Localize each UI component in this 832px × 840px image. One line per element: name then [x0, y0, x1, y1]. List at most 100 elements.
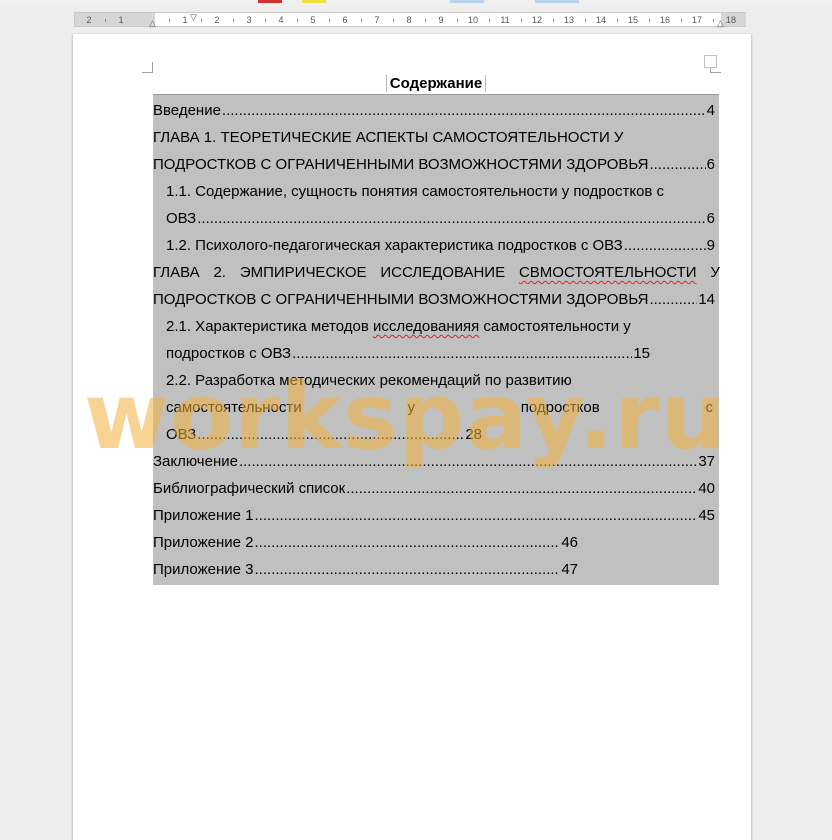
toolbar-active-button-2[interactable]	[535, 0, 579, 3]
ruler-tick	[489, 19, 490, 22]
toc-word: с	[705, 399, 713, 416]
ruler-tick	[329, 19, 330, 22]
ruler-label: 10	[467, 15, 479, 25]
toc-page-number: 45	[698, 507, 715, 524]
ruler-tick	[425, 19, 426, 22]
ruler-label: 18	[725, 15, 737, 25]
toc-word: У	[710, 264, 720, 281]
ruler-tick	[233, 19, 234, 22]
toc-leader	[197, 421, 464, 448]
toc-entry-text: 1.1. Содержание, сущность понятия самост…	[166, 183, 665, 200]
toc-entry[interactable]: ОВЗ 6	[166, 205, 715, 232]
right-indent-marker[interactable]: △	[717, 18, 724, 28]
toc-leader	[624, 232, 706, 259]
toc-entry[interactable]: ГЛАВА 1. ТЕОРЕТИЧЕСКИЕ АСПЕКТЫ САМОСТОЯТ…	[153, 124, 719, 151]
ruler-tick	[521, 19, 522, 22]
ruler-tick	[105, 19, 106, 22]
toc-entry-text: ОВЗ	[166, 426, 197, 443]
toc-entry[interactable]: 1.1. Содержание, сущность понятия самост…	[166, 178, 719, 205]
toc-leader	[255, 502, 698, 529]
ruler-label: 1	[182, 15, 188, 25]
toc-page-number: 28	[465, 426, 482, 443]
ruler-tick	[585, 19, 586, 22]
toc-entry-text: подростков с ОВЗ	[166, 345, 292, 362]
ruler-tick	[393, 19, 394, 22]
ruler-label: 13	[563, 15, 575, 25]
toc-entry[interactable]: 2.2. Разработка методических рекомендаци…	[166, 367, 719, 394]
ruler-label: 11	[500, 15, 510, 25]
toc-page-number: 40	[698, 480, 715, 497]
toc-entry[interactable]: подростков с ОВЗ 15	[166, 340, 650, 367]
highlight-color-swatch[interactable]	[302, 0, 326, 3]
toc-leader	[649, 151, 705, 178]
toc-page-number: 14	[698, 291, 715, 308]
table-of-contents[interactable]: Введение 4 ГЛАВА 1. ТЕОРЕТИЧЕСКИЕ АСПЕКТ…	[153, 94, 720, 585]
toc-entry[interactable]: ПОДРОСТКОВ С ОГРАНИЧЕННЫМИ ВОЗМОЖНОСТЯМИ…	[153, 286, 715, 313]
toc-entry[interactable]: Приложение 3 47	[153, 556, 578, 583]
toc-leader	[255, 529, 561, 556]
toc-page-number: 6	[706, 210, 715, 227]
ruler-label: 12	[531, 15, 543, 25]
toc-entry-text: 2.1. Характеристика методов исследования…	[166, 318, 631, 335]
ruler-tick	[361, 19, 362, 22]
ruler-label: 3	[246, 15, 252, 25]
ruler-label: 1	[118, 15, 124, 25]
toc-entry-text: Приложение 2	[153, 534, 254, 551]
toc-entry-text: ПОДРОСТКОВ С ОГРАНИЧЕННЫМИ ВОЗМОЖНОСТЯМИ…	[153, 291, 649, 308]
font-color-swatch[interactable]	[258, 0, 282, 3]
toc-word: у	[407, 399, 415, 416]
first-line-indent-marker[interactable]: ▽	[190, 12, 197, 22]
toc-entry[interactable]: Приложение 2 46	[153, 529, 578, 556]
toc-entry-text: 1.2. Психолого-педагогическая характерис…	[166, 237, 623, 254]
horizontal-ruler[interactable]: 2 1 1 2 3 4 5 6 7 8 9 10 11 12 13 14 15 …	[74, 12, 746, 28]
toolbar-active-button[interactable]	[450, 0, 484, 3]
toc-entry[interactable]: Библиографический список 40	[153, 475, 715, 502]
toc-leader	[255, 556, 561, 583]
ruler-label: 5	[310, 15, 316, 25]
ruler-tick	[713, 19, 714, 22]
ruler-label: 4	[278, 15, 284, 25]
ruler-tick	[457, 19, 458, 22]
toc-entry[interactable]: 1.2. Психолого-педагогическая характерис…	[166, 232, 715, 259]
text-frame-handle[interactable]	[704, 55, 717, 68]
toc-entry-text: Приложение 1	[153, 507, 254, 524]
toc-word: 2.	[213, 264, 226, 281]
ruler-label: 14	[595, 15, 607, 25]
ruler-label: 15	[627, 15, 639, 25]
spelling-error-word[interactable]: исследованияя	[373, 318, 479, 335]
ruler-label: 9	[438, 15, 444, 25]
toc-word: самостоятельности	[166, 399, 302, 416]
toc-leader	[649, 286, 697, 313]
toc-word: ГЛАВА	[153, 264, 200, 281]
toc-entry[interactable]: ПОДРОСТКОВ С ОГРАНИЧЕННЫМИ ВОЗМОЖНОСТЯМИ…	[153, 151, 715, 178]
toc-word: ИССЛЕДОВАНИЕ	[380, 264, 506, 281]
toc-entry[interactable]: Введение 4	[153, 97, 715, 124]
toc-entry[interactable]: Заключение 37	[153, 448, 715, 475]
ruler-label: 2	[214, 15, 220, 25]
ruler-tick	[681, 19, 682, 22]
spelling-error-word[interactable]: СВМОСТОЯТЕЛЬНОСТИ	[519, 259, 697, 286]
toc-entry-text: Введение	[153, 102, 221, 119]
ruler-tick	[297, 19, 298, 22]
toc-heading-text: Содержание	[385, 75, 487, 92]
ruler-label: 8	[406, 15, 412, 25]
toc-entry-text: ОВЗ	[166, 210, 197, 227]
toc-entry[interactable]: самостоятельности у подростков с	[166, 394, 713, 421]
toc-leader	[292, 340, 632, 367]
toc-page-number: 6	[706, 156, 715, 173]
toc-leader	[222, 97, 706, 124]
toc-entry[interactable]: Приложение 1 45	[153, 502, 715, 529]
toc-entry[interactable]: ОВЗ 28	[166, 421, 482, 448]
toc-entry[interactable]: 2.1. Характеристика методов исследования…	[166, 313, 719, 340]
toc-page-number: 47	[561, 561, 578, 578]
toc-entry-text: ГЛАВА 1. ТЕОРЕТИЧЕСКИЕ АСПЕКТЫ САМОСТОЯТ…	[153, 129, 624, 146]
ruler-label: 2	[86, 15, 92, 25]
ruler-tick	[169, 19, 170, 22]
toc-heading: Содержание	[153, 74, 719, 93]
toc-entry[interactable]: ГЛАВА 2. ЭМПИРИЧЕСКОЕ ИССЛЕДОВАНИЕ СВМОС…	[153, 259, 720, 286]
toc-page-number: 37	[698, 453, 715, 470]
ruler-tick	[553, 19, 554, 22]
toc-word: подростков	[520, 399, 600, 416]
left-indent-marker[interactable]: △	[149, 18, 156, 28]
ruler-tick	[201, 19, 202, 22]
